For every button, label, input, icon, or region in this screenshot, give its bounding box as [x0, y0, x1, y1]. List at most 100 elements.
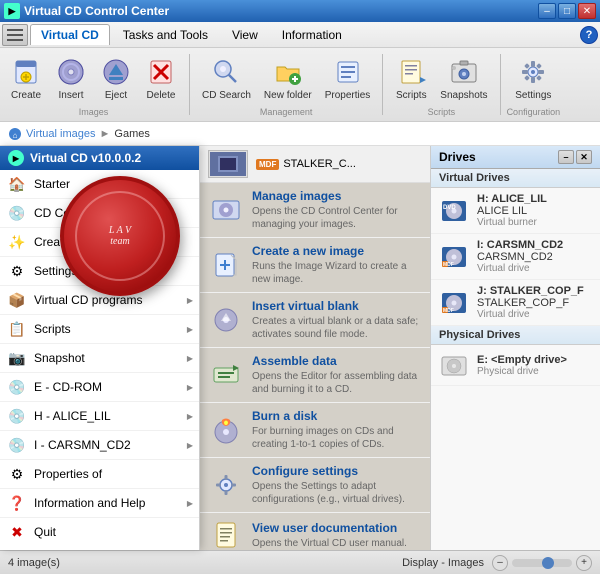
breadcrumb-virtual-images[interactable]: Virtual images — [26, 128, 96, 140]
eject-label: Eject — [105, 90, 127, 101]
insert-virtual-text: Insert virtual blank Creates a virtual b… — [252, 299, 420, 341]
quit-icon: ✖ — [8, 523, 26, 541]
display-label: Display - Images — [402, 557, 484, 569]
menu-item-settings[interactable]: ⚙ Settings — [0, 257, 199, 286]
tab-tasks-tools[interactable]: Tasks and Tools — [112, 24, 219, 45]
help-button[interactable]: ? — [580, 26, 598, 44]
settings-button[interactable]: Settings — [509, 52, 557, 105]
virtual-drives-section: Virtual Drives — [431, 169, 600, 188]
manage-images-title: Manage images — [252, 189, 420, 203]
menu-icon-button[interactable] — [2, 24, 28, 46]
eject-button[interactable]: Eject — [94, 52, 138, 105]
create-button[interactable]: Create — [4, 52, 48, 105]
tab-information[interactable]: Information — [271, 24, 353, 45]
insert-virtual-desc: Creates a virtual blank or a data safe; … — [252, 315, 420, 341]
drive-e-info: E: <Empty drive> Physical drive — [477, 354, 567, 377]
drive-e-empty[interactable]: E: <Empty drive> Physical drive — [431, 345, 600, 386]
drive-j-icon: MDF — [439, 288, 469, 318]
toolbar-scripts-group: Scripts Snapshots Scripts — [389, 52, 493, 117]
e-cdrom-icon: 💿 — [8, 378, 26, 396]
create-new-image-item[interactable]: Create a new image Runs the Image Wizard… — [200, 238, 430, 293]
view-user-doc-text: View user documentation Opens the Virtua… — [252, 521, 420, 550]
cd-search-icon — [210, 56, 242, 88]
insert-virtual-icon — [210, 304, 242, 336]
management-group-label: Management — [260, 107, 313, 117]
snapshots-icon — [448, 56, 480, 88]
create-new-icon — [210, 249, 242, 281]
manage-images-icon — [210, 194, 242, 226]
view-user-doc-item[interactable]: View user documentation Opens the Virtua… — [200, 513, 430, 550]
drive-i-carsmn[interactable]: MDF I: CARSMN_CD2 CARSMN_CD2 Virtual dri… — [431, 234, 600, 280]
delete-icon — [145, 56, 177, 88]
i-carsmn-icon: 💿 — [8, 436, 26, 454]
app-logo: ▶ — [8, 150, 24, 166]
properties-of-icon: ⚙ — [8, 465, 26, 483]
drives-minimize-button[interactable]: – — [558, 150, 574, 164]
menu-item-starter[interactable]: 🏠 Starter — [0, 170, 199, 199]
app-version-title: Virtual CD v10.0.0.2 — [30, 151, 141, 165]
manage-images-text: Manage images Opens the CD Control Cente… — [252, 189, 420, 231]
new-folder-button[interactable]: New folder — [258, 52, 318, 105]
create-icon — [10, 56, 42, 88]
cd-search-button[interactable]: CD Search — [196, 52, 257, 105]
menu-items-container: 🏠 Starter 💿 CD Control Center ✨ Create v… — [0, 170, 199, 546]
menu-item-snapshot[interactable]: 📷 Snapshot — [0, 344, 199, 373]
tab-virtual-cd[interactable]: Virtual CD — [30, 24, 110, 45]
menu-settings-icon: ⚙ — [8, 262, 26, 280]
snapshot-preview-row: MDF STALKER_C... — [200, 146, 430, 183]
maximize-button[interactable]: □ — [558, 3, 576, 19]
app-icon: ▶ — [4, 3, 20, 19]
drive-j-stalker[interactable]: MDF J: STALKER_COP_F STALKER_COP_F Virtu… — [431, 280, 600, 326]
menu-item-vcd-programs[interactable]: 📦 Virtual CD programs — [0, 286, 199, 315]
menu-item-i-carsmn[interactable]: 💿 I - CARSMN_CD2 — [0, 431, 199, 460]
new-folder-label: New folder — [264, 90, 312, 101]
zoom-plus-button[interactable]: + — [576, 555, 592, 571]
create-new-text: Create a new image Runs the Image Wizard… — [252, 244, 420, 286]
cd-control-icon: 💿 — [8, 204, 26, 222]
scripts-icon — [395, 56, 427, 88]
manage-images-item[interactable]: Manage images Opens the CD Control Cente… — [200, 183, 430, 238]
assemble-data-item[interactable]: Assemble data Opens the Editor for assem… — [200, 348, 430, 403]
create-virtual-icon: ✨ — [8, 233, 26, 251]
scripts-label: Scripts — [396, 90, 427, 101]
drives-close-button[interactable]: ✕ — [576, 150, 592, 164]
menu-item-scripts[interactable]: 📋 Scripts — [0, 315, 199, 344]
close-button[interactable]: ✕ — [578, 3, 596, 19]
menu-item-cd-control[interactable]: 💿 CD Control Center — [0, 199, 199, 228]
delete-button[interactable]: Delete — [139, 52, 183, 105]
zoom-minus-button[interactable]: – — [492, 555, 508, 571]
cd-search-label: CD Search — [202, 90, 251, 101]
stalker-label: STALKER_C... — [283, 158, 356, 170]
menu-item-h-alice[interactable]: 💿 H - ALICE_LIL — [0, 402, 199, 431]
configure-settings-item[interactable]: Configure settings Opens the Settings to… — [200, 458, 430, 513]
properties-button[interactable]: Properties — [319, 52, 377, 105]
menu-item-info-help[interactable]: ❓ Information and Help — [0, 489, 199, 518]
breadcrumb-games: Games — [114, 128, 149, 140]
burn-disk-text: Burn a disk For burning images on CDs an… — [252, 409, 420, 451]
menu-item-create-virtual[interactable]: ✨ Create virtual CD — [0, 228, 199, 257]
snapshots-button[interactable]: Snapshots — [434, 52, 493, 105]
stalker-item[interactable]: MDF STALKER_C... — [256, 158, 356, 170]
burn-disk-item[interactable]: Burn a disk For burning images on CDs an… — [200, 403, 430, 458]
zoom-slider[interactable] — [512, 559, 572, 567]
minimize-button[interactable]: – — [538, 3, 556, 19]
insert-label: Insert — [58, 90, 83, 101]
create-new-title: Create a new image — [252, 244, 420, 258]
menu-item-e-cdrom[interactable]: 💿 E - CD-ROM — [0, 373, 199, 402]
burn-disk-desc: For burning images on CDs and creating 1… — [252, 425, 420, 451]
title-bar-left: ▶ Virtual CD Control Center — [4, 3, 169, 19]
insert-virtual-blank-item[interactable]: Insert virtual blank Creates a virtual b… — [200, 293, 430, 348]
drive-h-alice[interactable]: DVD H: ALICE_LIL ALICE LIL Virtual burne… — [431, 188, 600, 234]
assemble-data-text: Assemble data Opens the Editor for assem… — [252, 354, 420, 396]
zoom-thumb[interactable] — [542, 557, 554, 569]
info-help-icon: ❓ — [8, 494, 26, 512]
insert-button[interactable]: Insert — [49, 52, 93, 105]
view-user-doc-desc: Opens the Virtual CD user manual. — [252, 537, 420, 550]
burn-disk-title: Burn a disk — [252, 409, 420, 423]
toolbar-images-group: Create Insert — [4, 52, 183, 117]
menu-item-properties[interactable]: ⚙ Properties of — [0, 460, 199, 489]
tab-view[interactable]: View — [221, 24, 269, 45]
menu-bar: Virtual CD Tasks and Tools View Informat… — [0, 22, 600, 48]
scripts-button[interactable]: Scripts — [389, 52, 433, 105]
toolbar-management-group: CD Search New folder — [196, 52, 376, 117]
